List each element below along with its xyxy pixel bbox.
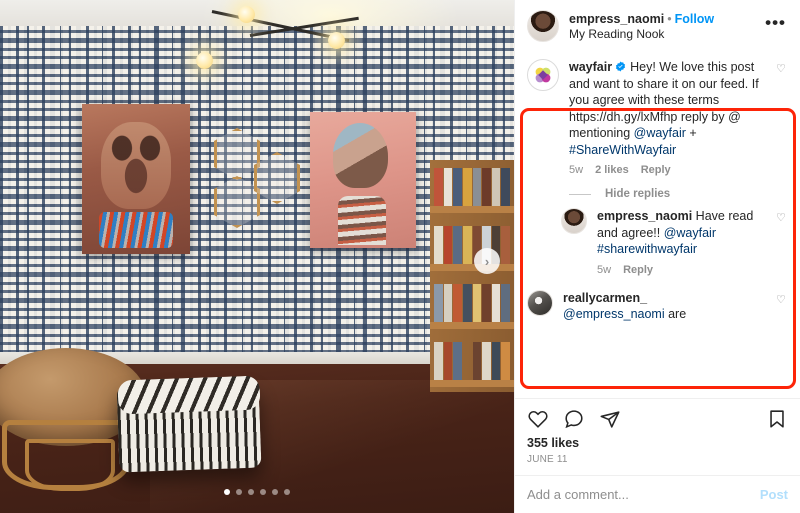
add-comment-input[interactable] <box>527 487 752 502</box>
comment-url[interactable]: https://dh.gy/lxMfhp <box>569 110 677 124</box>
bookshelf <box>430 160 514 392</box>
likes-count[interactable]: 355 likes <box>515 435 800 452</box>
post-sidebar: empress_naomi • Follow My Reading Nook ••• <box>514 0 800 513</box>
hide-replies-line <box>569 193 591 195</box>
comment-trailing-text: are <box>664 307 687 321</box>
reply-reply-button[interactable]: Reply <box>623 264 653 276</box>
comment-reply-button[interactable]: Reply <box>641 164 671 176</box>
instagram-post-screenshot: › empress_naomi • Follow My Reading Nook •… <box>0 0 800 513</box>
comment-likes[interactable]: 2 likes <box>595 164 629 176</box>
comment-mention[interactable]: @empress_naomi <box>563 307 665 321</box>
comment-icon[interactable] <box>563 408 585 430</box>
book-row <box>434 342 510 380</box>
papasan-chair-base <box>2 420 130 491</box>
comment-meta: 5w 2 likes Reply <box>569 164 766 176</box>
carousel-dot-active[interactable] <box>224 489 230 495</box>
comment-author[interactable]: reallycarmen_ <box>563 291 647 305</box>
reply-time: 5w <box>597 263 612 276</box>
wall-art-necklace <box>99 212 173 248</box>
carousel-dot[interactable] <box>236 489 242 495</box>
more-options-button[interactable]: ••• <box>763 14 788 33</box>
empress-naomi-avatar[interactable] <box>561 208 587 234</box>
share-icon[interactable] <box>599 408 621 430</box>
wayfair-avatar[interactable] <box>527 59 559 91</box>
light-bulb <box>196 52 213 69</box>
book-row <box>434 168 510 206</box>
follow-button[interactable]: Follow <box>675 12 715 26</box>
ottoman-top <box>117 375 261 415</box>
comment-time: 5w <box>569 164 584 176</box>
reply-body: empress_naomi Have read and agree!! @way… <box>597 208 766 276</box>
shelf-board <box>430 206 514 213</box>
post-photo[interactable]: › <box>0 0 514 513</box>
post-comment-button[interactable]: Post <box>760 487 788 502</box>
wall-art-portrait <box>82 104 190 254</box>
wall-art-head <box>333 122 389 189</box>
carousel-dot[interactable] <box>272 489 278 495</box>
empress-naomi-avatar[interactable] <box>527 10 559 42</box>
shelf-board <box>430 380 514 387</box>
comment-item: wayfair Hey! We love this post and want t… <box>527 51 788 176</box>
hide-replies-toggle[interactable]: Hide replies <box>569 188 788 200</box>
comments-list[interactable]: wayfair Hey! We love this post and want t… <box>515 51 800 398</box>
post-date: JUNE 11 <box>527 454 568 465</box>
heart-icon[interactable] <box>527 408 549 430</box>
light-bulb <box>328 32 345 49</box>
carousel-dot[interactable] <box>248 489 254 495</box>
post-author-line: empress_naomi • Follow <box>569 12 714 26</box>
reallycarmen-avatar[interactable] <box>527 289 553 316</box>
carousel-dots <box>0 489 514 495</box>
wall-art-body <box>337 196 387 246</box>
comment-body: wayfair Hey! We love this post and want t… <box>569 59 766 176</box>
reply-like-icon[interactable]: ♡ <box>776 208 788 276</box>
light-bulb <box>238 6 255 23</box>
post-author-username[interactable]: empress_naomi <box>569 12 664 26</box>
reply-text: empress_naomi Have read and agree!! @way… <box>597 208 766 258</box>
post-header: empress_naomi • Follow My Reading Nook ••• <box>515 0 800 51</box>
wayfair-logo-icon <box>535 67 551 83</box>
post-header-text: empress_naomi • Follow My Reading Nook <box>569 12 714 41</box>
comment-like-icon[interactable]: ♡ <box>776 59 788 176</box>
shelf-board <box>430 322 514 329</box>
add-comment-bar: Post <box>515 475 800 513</box>
shelf-board <box>430 264 514 271</box>
post-actions <box>515 398 800 435</box>
reply-hashtag[interactable]: #sharewithwayfair <box>597 242 697 256</box>
comment-text-plus: + <box>685 126 697 140</box>
carousel-dot[interactable] <box>260 489 266 495</box>
chevron-right-icon: › <box>484 253 490 269</box>
comment-author[interactable]: wayfair <box>569 60 612 74</box>
comment-text: reallycarmen_ @empress_naomi are <box>563 290 766 323</box>
comment-reply-item: empress_naomi Have read and agree!! @way… <box>561 200 788 276</box>
carousel-dot[interactable] <box>284 489 290 495</box>
reply-author[interactable]: empress_naomi <box>597 209 692 223</box>
post-location[interactable]: My Reading Nook <box>569 27 714 41</box>
comment-like-icon[interactable]: ♡ <box>776 290 788 323</box>
verified-badge-icon <box>615 61 626 72</box>
comment-mention[interactable]: @wayfair <box>634 126 686 140</box>
next-image-button[interactable]: › <box>474 248 500 274</box>
bookmark-icon[interactable] <box>766 408 788 430</box>
comment-text: wayfair Hey! We love this post and want t… <box>569 59 766 158</box>
book-row <box>434 284 510 322</box>
hide-replies-label: Hide replies <box>605 188 671 200</box>
reply-meta: 5w Reply <box>597 264 766 276</box>
separator-dot: • <box>667 11 672 26</box>
reply-mention[interactable]: @wayfair <box>664 226 716 240</box>
comment-body: reallycarmen_ @empress_naomi are <box>563 290 766 323</box>
comment-item: reallycarmen_ @empress_naomi are ♡ <box>527 282 788 323</box>
wall-art-profile <box>310 112 416 248</box>
comment-hashtag[interactable]: #ShareWithWayfair <box>569 143 676 157</box>
